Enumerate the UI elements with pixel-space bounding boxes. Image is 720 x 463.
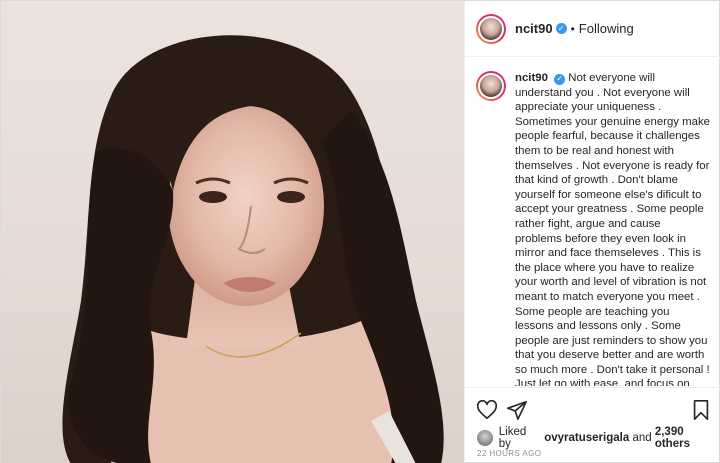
post-timestamp[interactable]: 22 HOURS AGO [477, 449, 541, 458]
caption-row: ncit90 ✓ Not everyone will understand yo… [476, 71, 710, 386]
following-button[interactable]: Following [579, 21, 634, 36]
liker-avatar[interactable] [477, 430, 493, 446]
likes-row: Liked by ovyratuserigala and 2,390 other… [477, 426, 720, 450]
paper-plane-icon[interactable] [506, 399, 528, 421]
heart-icon[interactable] [476, 399, 498, 421]
post-photo[interactable] [1, 1, 464, 463]
post-side-panel: ncit90 ✓ • Following ncit90 ✓ Not everyo… [464, 1, 720, 463]
verified-badge-icon: ✓ [555, 23, 567, 34]
likes-others-link[interactable]: 2,390 others [655, 426, 720, 450]
header-separator: • [570, 21, 575, 36]
author-avatar[interactable] [476, 13, 506, 44]
caption-text: Not everyone will understand you . Not e… [515, 72, 711, 386]
likes-prefix: Liked by [498, 426, 527, 450]
portrait-image [62, 35, 444, 463]
caption-area[interactable]: ncit90 ✓ Not everyone will understand yo… [465, 57, 720, 386]
post-header: ncit90 ✓ • Following [465, 1, 720, 57]
instagram-post-modal: ncit90 ✓ • Following ncit90 ✓ Not everyo… [0, 0, 720, 463]
author-username[interactable]: ncit90 [515, 21, 553, 36]
caption: ncit90 ✓ Not everyone will understand yo… [515, 71, 710, 386]
liked-by-user-link[interactable]: ovyratuserigala [544, 432, 629, 444]
caption-author-avatar[interactable] [476, 71, 506, 101]
caption-author-username[interactable]: ncit90 [515, 72, 548, 84]
likes-conjunction: and [632, 432, 652, 444]
bookmark-icon[interactable] [690, 399, 712, 421]
verified-badge-icon: ✓ [554, 73, 566, 85]
action-bar [465, 387, 720, 429]
